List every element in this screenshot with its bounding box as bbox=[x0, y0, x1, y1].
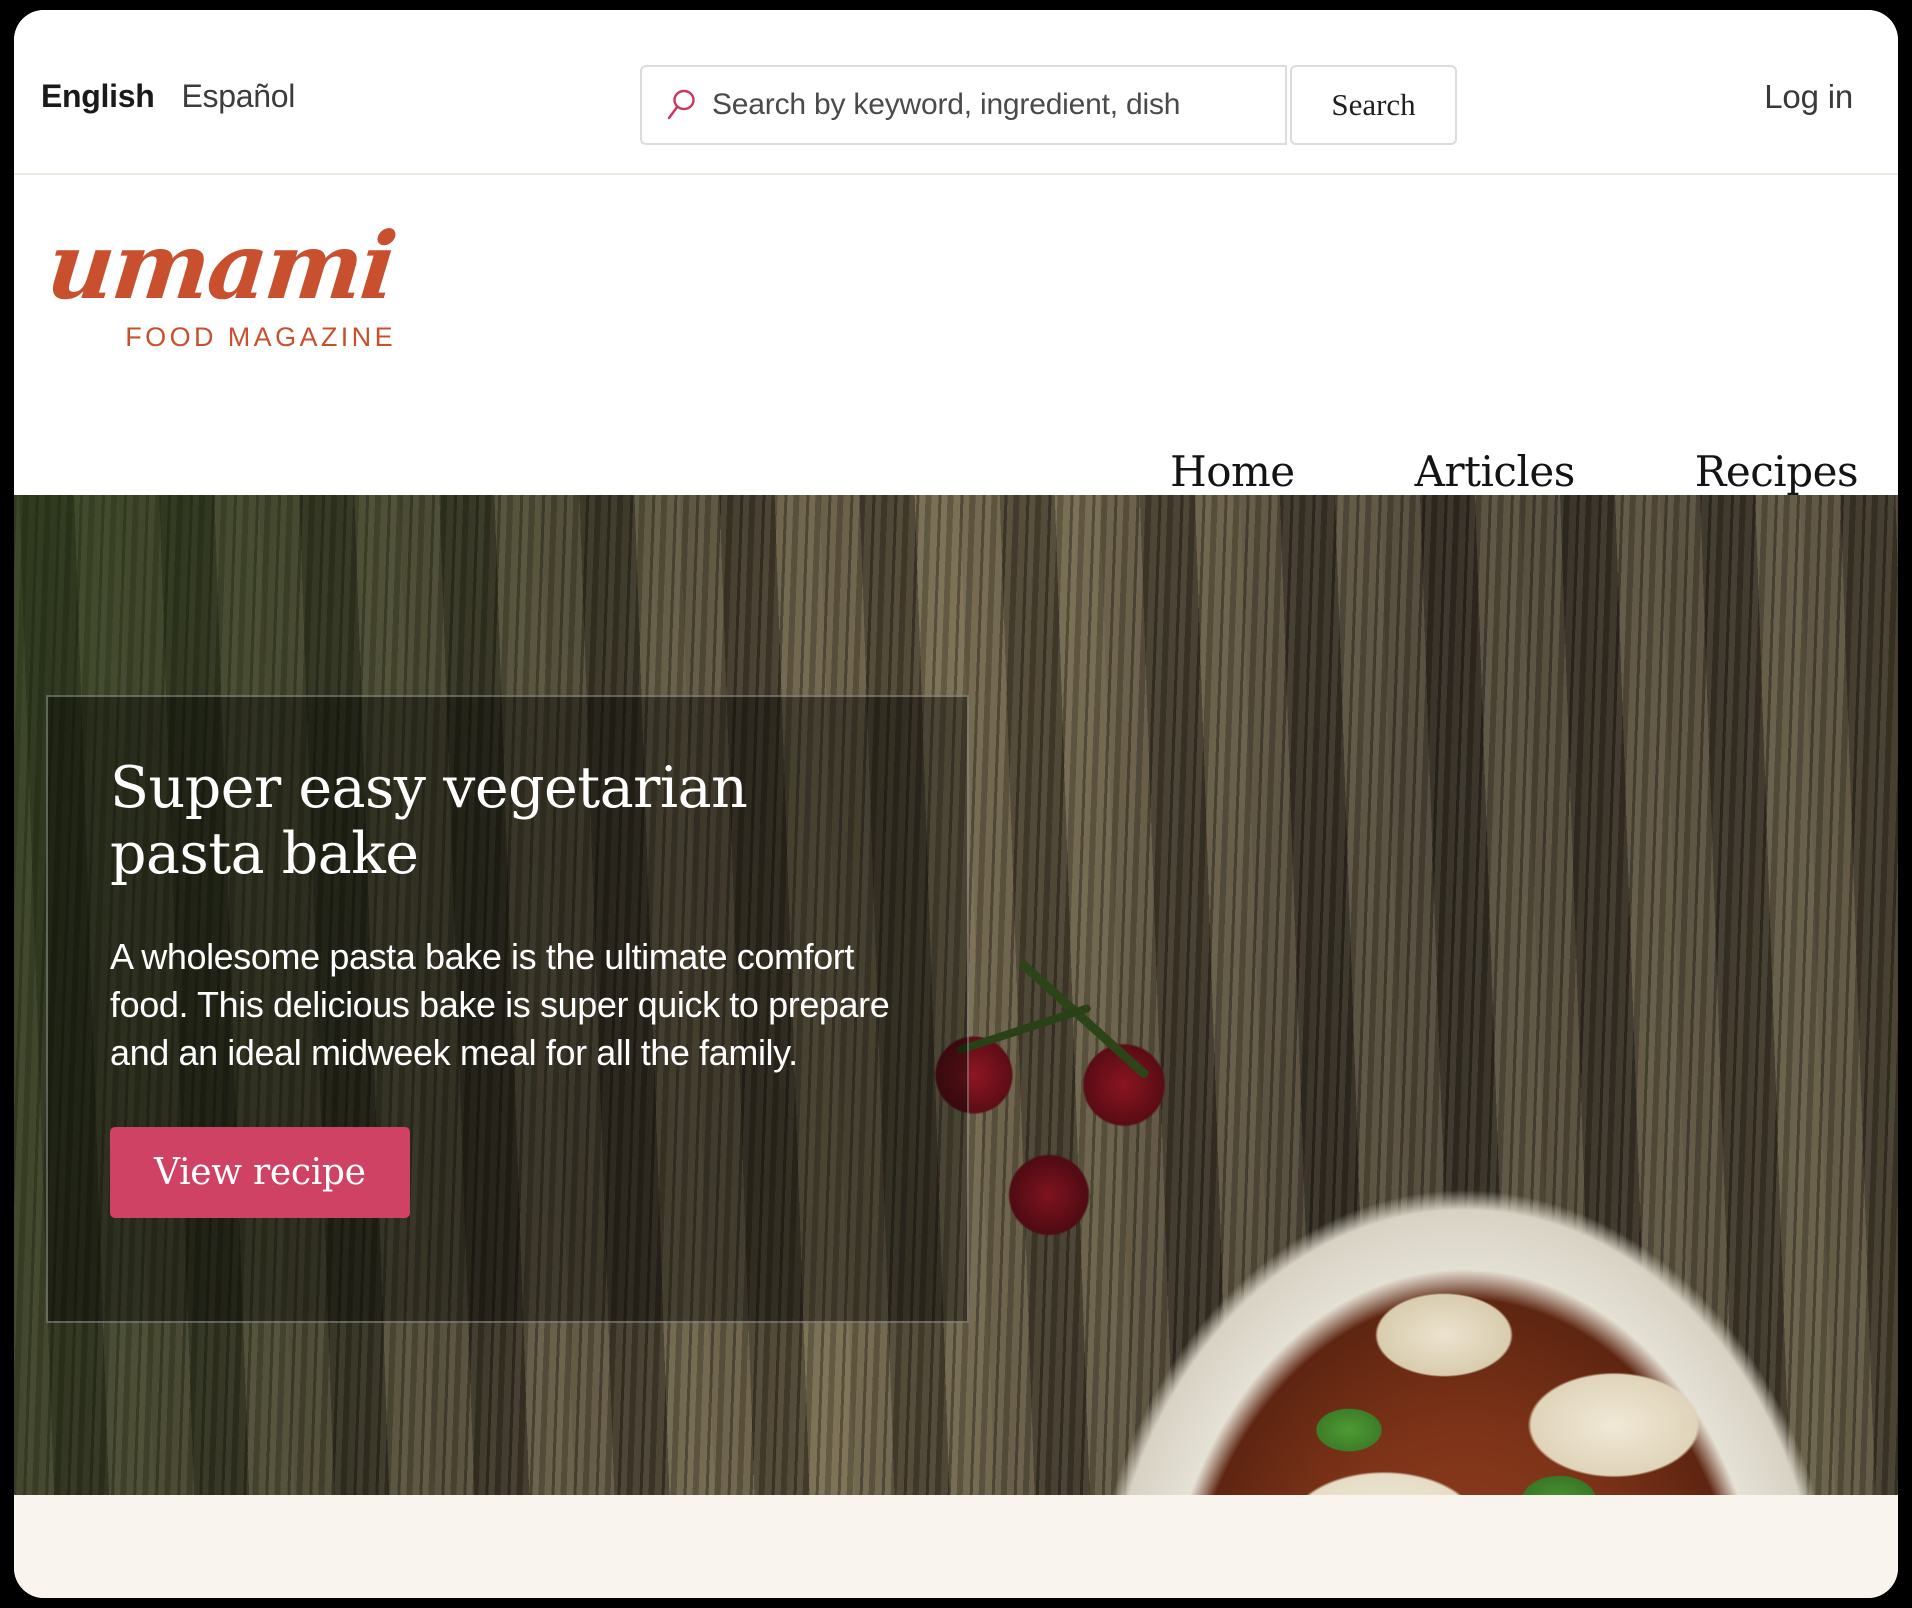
tomato-vine-branch bbox=[956, 1003, 1092, 1055]
site-logo[interactable]: umami FOOD MAGAZINE bbox=[42, 212, 468, 353]
hero-section: Super easy vegetarian pasta bake A whole… bbox=[14, 495, 1898, 1495]
masthead: umami FOOD MAGAZINE Home Articles Recipe… bbox=[14, 175, 1898, 514]
browser-page: English Español Search Log in umami FOOD… bbox=[14, 10, 1898, 1598]
view-recipe-button[interactable]: View recipe bbox=[110, 1126, 410, 1218]
hero-feature-card: Super easy vegetarian pasta bake A whole… bbox=[46, 695, 969, 1323]
logo-tagline: FOOD MAGAZINE bbox=[125, 322, 396, 353]
below-fold-section bbox=[14, 1495, 1898, 1598]
hero-description: A wholesome pasta bake is the ultimate c… bbox=[110, 936, 890, 1073]
language-option-espanol[interactable]: Español bbox=[181, 78, 295, 115]
search-field-wrapper[interactable] bbox=[640, 65, 1287, 145]
search-icon bbox=[666, 89, 696, 121]
language-switcher: English Español bbox=[41, 78, 295, 115]
log-in-link[interactable]: Log in bbox=[1764, 78, 1853, 116]
search-input[interactable] bbox=[712, 88, 1252, 122]
logo-wordmark: umami bbox=[42, 212, 400, 320]
language-option-english[interactable]: English bbox=[41, 78, 155, 115]
hero-title: Super easy vegetarian pasta bake bbox=[110, 755, 748, 888]
utility-bar: English Español Search Log in bbox=[14, 10, 1898, 175]
search-form: Search bbox=[640, 65, 1457, 145]
search-submit-button[interactable]: Search bbox=[1290, 65, 1457, 145]
